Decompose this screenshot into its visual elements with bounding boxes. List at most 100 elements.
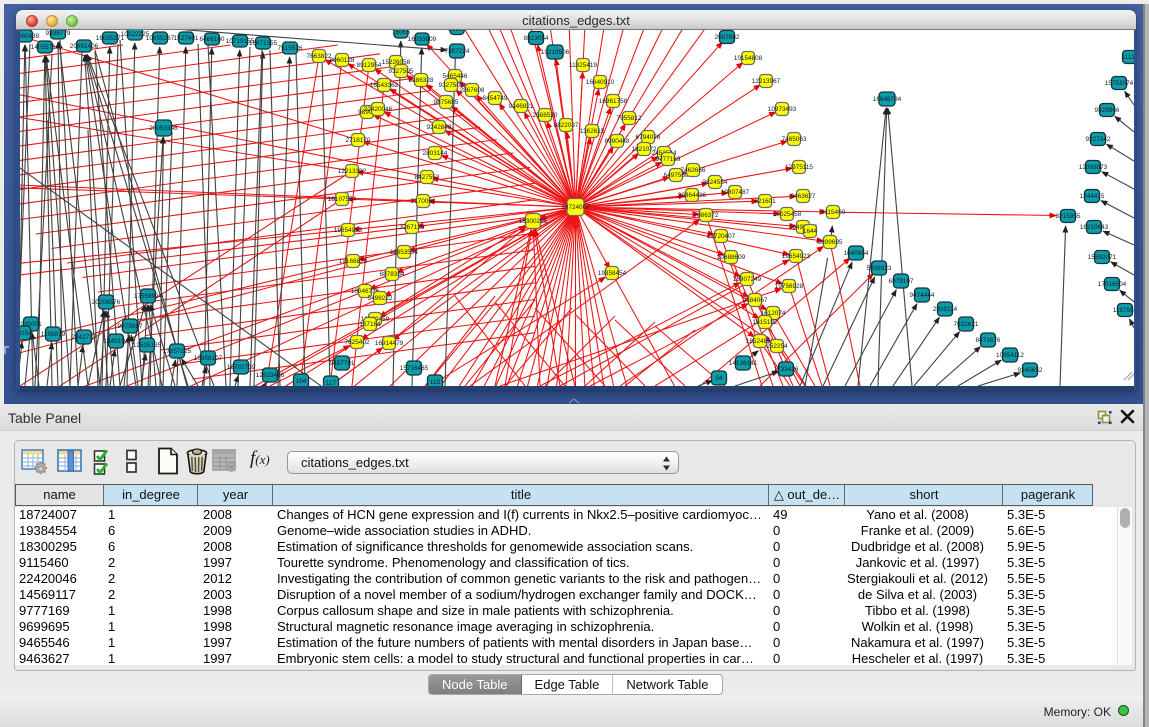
svg-text:8215955: 8215955 [1056, 213, 1081, 220]
svg-text:2803144: 2803144 [423, 150, 448, 157]
svg-text:12213967: 12213967 [752, 78, 781, 85]
svg-text:1156819: 1156819 [41, 331, 66, 338]
svg-text:9975887: 9975887 [118, 323, 143, 330]
svg-text:16210643: 16210643 [1080, 224, 1109, 231]
svg-text:20206576: 20206576 [92, 299, 121, 306]
svg-text:22420046: 22420046 [364, 106, 393, 113]
svg-text:15692071: 15692071 [1088, 254, 1117, 261]
svg-text:16961758: 16961758 [599, 98, 628, 105]
svg-text:7485063: 7485063 [782, 136, 807, 143]
svg-text:1615192: 1615192 [753, 319, 778, 326]
svg-text:10807487: 10807487 [721, 189, 750, 196]
svg-text:19756928: 19756928 [775, 283, 804, 290]
svg-text:157164: 157164 [359, 321, 381, 328]
svg-text:16914479: 16914479 [375, 340, 404, 347]
svg-text:9184067: 9184067 [743, 297, 768, 304]
svg-text:19654933: 19654933 [334, 227, 363, 234]
svg-text:10655267: 10655267 [146, 35, 175, 42]
svg-text:2588520: 2588520 [533, 112, 558, 119]
svg-text:8427552: 8427552 [415, 174, 440, 181]
svg-text:12213382: 12213382 [338, 168, 367, 175]
svg-text:7955812: 7955812 [617, 115, 642, 122]
svg-text:2718170: 2718170 [346, 137, 371, 144]
svg-text:1244415: 1244415 [1080, 193, 1105, 200]
svg-text:1362615: 1362615 [580, 128, 605, 135]
svg-text:1640954: 1640954 [844, 250, 869, 257]
svg-text:9242848: 9242848 [427, 124, 452, 131]
svg-text:16648784: 16648784 [873, 96, 902, 103]
svg-text:9463627: 9463627 [791, 193, 816, 200]
svg-text:252254: 252254 [766, 343, 788, 350]
svg-text:8186328: 8186328 [409, 77, 434, 84]
svg-text:8454749: 8454749 [483, 95, 508, 102]
svg-text:19166829: 19166829 [339, 258, 368, 265]
svg-text:12093873: 12093873 [1079, 164, 1108, 171]
svg-text:17957225: 17957225 [163, 348, 192, 355]
svg-text:19654923: 19654923 [782, 253, 811, 260]
svg-text:9115460: 9115460 [821, 209, 846, 216]
svg-text:3624554: 3624554 [703, 179, 728, 186]
svg-text:1733426: 1733426 [774, 366, 799, 373]
svg-text:8878354: 8878354 [380, 271, 405, 278]
svg-text:18907249: 18907249 [733, 276, 762, 283]
svg-text:15751074: 15751074 [1105, 80, 1134, 87]
svg-text:10958107: 10958107 [194, 355, 223, 362]
svg-text:9146821: 9146821 [509, 103, 534, 110]
svg-text:3267130: 3267130 [400, 224, 425, 231]
svg-text:1345194: 1345194 [104, 338, 129, 345]
svg-text:6466160: 6466160 [200, 36, 225, 43]
svg-text:9338779: 9338779 [46, 30, 71, 37]
svg-text:9329966: 9329966 [1095, 107, 1120, 114]
svg-text:16640910: 16640910 [586, 79, 615, 86]
svg-text:19358454: 19358454 [598, 270, 627, 277]
svg-text:16543362: 16543362 [370, 82, 399, 89]
svg-text:8912954: 8912954 [357, 62, 382, 69]
svg-text:2867608: 2867608 [460, 87, 485, 94]
svg-text:5938923: 5938923 [867, 265, 892, 272]
svg-text:1527601: 1527601 [174, 35, 199, 42]
svg-text:7357224: 7357224 [445, 48, 470, 55]
svg-text:20691406: 20691406 [70, 43, 99, 50]
svg-text:18107554: 18107554 [328, 196, 357, 203]
svg-text:7632621: 7632621 [954, 321, 979, 328]
svg-text:15720407: 15720407 [707, 233, 736, 240]
svg-text:115: 115 [430, 379, 441, 386]
svg-text:10973493: 10973493 [768, 106, 797, 113]
svg-text:2342737: 2342737 [72, 334, 97, 341]
svg-text:10688609: 10688609 [717, 254, 746, 261]
svg-text:2935114: 2935114 [933, 306, 958, 313]
svg-text:20364436: 20364436 [678, 192, 707, 199]
svg-text:18724007: 18724007 [561, 204, 590, 211]
svg-text:88130: 88130 [448, 30, 466, 33]
svg-text:12923466: 12923466 [256, 372, 285, 379]
svg-text:9457791: 9457791 [330, 360, 355, 367]
svg-text:20053346: 20053346 [149, 125, 178, 132]
svg-text:10154808: 10154808 [734, 55, 763, 62]
svg-text:3170064: 3170064 [411, 198, 436, 205]
svg-text:7462666: 7462666 [681, 167, 706, 174]
svg-text:9777169: 9777169 [656, 156, 681, 163]
svg-text:10654112: 10654112 [996, 352, 1024, 359]
svg-text:7663822: 7663822 [307, 53, 332, 60]
svg-text:19218506: 19218506 [541, 49, 570, 56]
svg-text:2087682: 2087682 [715, 34, 740, 41]
svg-text:16671355: 16671355 [249, 40, 278, 47]
svg-text:12505135: 12505135 [133, 342, 162, 349]
svg-text:16782759: 16782759 [227, 364, 256, 371]
svg-text:9227342: 9227342 [1086, 136, 1111, 143]
svg-text:8990448: 8990448 [605, 138, 630, 145]
svg-text:17559924: 17559924 [134, 293, 163, 300]
svg-text:6879197: 6879197 [889, 278, 914, 285]
svg-text:9327505: 9327505 [389, 68, 414, 75]
svg-text:11353594: 11353594 [390, 249, 418, 256]
svg-text:11325419: 11325419 [569, 62, 597, 69]
svg-text:9245652: 9245652 [1018, 367, 1043, 374]
svg-text:12975115: 12975115 [785, 164, 813, 171]
svg-text:18300295: 18300295 [519, 218, 548, 225]
svg-text:5498222: 5498222 [368, 295, 393, 302]
svg-text:14055714: 14055714 [31, 44, 60, 51]
svg-text:15716485: 15716485 [400, 365, 429, 372]
svg-text:39154: 39154 [20, 330, 32, 337]
svg-text:94: 94 [715, 375, 723, 382]
svg-text:9875685: 9875685 [434, 99, 459, 106]
